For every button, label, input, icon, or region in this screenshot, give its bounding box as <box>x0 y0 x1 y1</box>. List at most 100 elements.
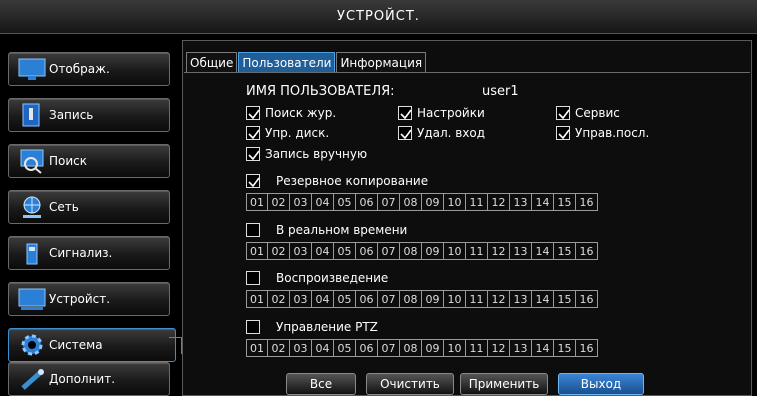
sidebar-item-display[interactable]: Отображ. <box>8 52 170 86</box>
channel-toggle[interactable]: 14 <box>532 242 554 260</box>
tab-bar: Общие Пользователи Информация <box>186 52 427 72</box>
ptz-label: Управление PTZ <box>276 320 378 334</box>
channel-toggle[interactable]: 03 <box>290 242 312 260</box>
sidebar-item-device[interactable]: Устройст. <box>8 282 170 316</box>
channel-toggle[interactable]: 10 <box>444 242 466 260</box>
channel-toggle[interactable]: 09 <box>422 193 444 211</box>
playback-label: Воспроизведение <box>276 271 389 285</box>
channel-toggle[interactable]: 01 <box>246 290 268 308</box>
channel-toggle[interactable]: 06 <box>356 339 378 357</box>
channel-toggle[interactable]: 01 <box>246 193 268 211</box>
gear-icon <box>17 332 47 358</box>
channel-toggle[interactable]: 12 <box>488 290 510 308</box>
live-view-checkbox[interactable] <box>246 223 260 237</box>
channel-toggle[interactable]: 12 <box>488 193 510 211</box>
channel-toggle[interactable]: 04 <box>312 290 334 308</box>
channel-toggle[interactable]: 10 <box>444 193 466 211</box>
manual-record-checkbox[interactable] <box>246 147 260 161</box>
sidebar-item-search[interactable]: Поиск <box>8 144 170 178</box>
channel-toggle[interactable]: 01 <box>246 339 268 357</box>
disk-mgmt-checkbox[interactable] <box>246 126 260 140</box>
settings-label: Настройки <box>417 106 485 120</box>
channel-toggle[interactable]: 15 <box>554 242 576 260</box>
settings-checkbox[interactable] <box>398 106 412 120</box>
channel-toggle[interactable]: 12 <box>488 339 510 357</box>
channel-toggle[interactable]: 06 <box>356 193 378 211</box>
channel-toggle[interactable]: 09 <box>422 339 444 357</box>
channel-toggle[interactable]: 02 <box>268 290 290 308</box>
channel-toggle[interactable]: 11 <box>466 242 488 260</box>
search-icon <box>17 148 47 174</box>
sidebar-item-label: Устройст. <box>49 292 111 306</box>
service-checkbox[interactable] <box>556 106 570 120</box>
sidebar-item-label: Поиск <box>49 154 88 168</box>
channel-toggle[interactable]: 05 <box>334 242 356 260</box>
channel-toggle[interactable]: 07 <box>378 290 400 308</box>
apply-button[interactable]: Применить <box>460 373 548 395</box>
channel-toggle[interactable]: 14 <box>532 339 554 357</box>
channel-toggle[interactable]: 08 <box>400 339 422 357</box>
channel-toggle[interactable]: 12 <box>488 242 510 260</box>
backup-checkbox[interactable] <box>246 174 260 188</box>
channel-toggle[interactable]: 06 <box>356 290 378 308</box>
channel-toggle[interactable]: 10 <box>444 290 466 308</box>
channel-toggle[interactable]: 15 <box>554 339 576 357</box>
channel-toggle[interactable]: 08 <box>400 193 422 211</box>
channel-toggle[interactable]: 05 <box>334 339 356 357</box>
playback-checkbox[interactable] <box>246 271 260 285</box>
channel-toggle[interactable]: 03 <box>290 290 312 308</box>
channel-toggle[interactable]: 04 <box>312 339 334 357</box>
channel-toggle[interactable]: 02 <box>268 339 290 357</box>
channel-toggle[interactable]: 13 <box>510 242 532 260</box>
sidebar-item-record[interactable]: Запись <box>8 98 170 132</box>
channel-toggle[interactable]: 14 <box>532 193 554 211</box>
clear-button[interactable]: Очистить <box>366 373 454 395</box>
channel-toggle[interactable]: 07 <box>378 339 400 357</box>
tab-general[interactable]: Общие <box>186 52 238 72</box>
channel-toggle[interactable]: 07 <box>378 193 400 211</box>
channel-toggle[interactable]: 16 <box>576 193 598 211</box>
channel-toggle[interactable]: 11 <box>466 339 488 357</box>
channel-toggle[interactable]: 13 <box>510 193 532 211</box>
channel-toggle[interactable]: 10 <box>444 339 466 357</box>
select-all-button[interactable]: Все <box>286 373 356 395</box>
exit-button[interactable]: Выход <box>558 373 644 395</box>
channel-toggle[interactable]: 03 <box>290 339 312 357</box>
tab-divider <box>184 72 750 73</box>
log-search-checkbox[interactable] <box>246 106 260 120</box>
channel-toggle[interactable]: 14 <box>532 290 554 308</box>
sidebar-item-system[interactable]: Система <box>8 328 176 362</box>
channel-toggle[interactable]: 09 <box>422 242 444 260</box>
channel-toggle[interactable]: 04 <box>312 242 334 260</box>
sidebar-item-network[interactable]: Сеть <box>8 190 170 224</box>
sidebar-item-alarm[interactable]: Сигнализ. <box>8 236 170 270</box>
tab-users[interactable]: Пользователи <box>238 52 336 72</box>
channel-toggle[interactable]: 13 <box>510 290 532 308</box>
channel-toggle[interactable]: 08 <box>400 290 422 308</box>
ptz-checkbox[interactable] <box>246 320 260 334</box>
channel-toggle[interactable]: 04 <box>312 193 334 211</box>
channel-toggle[interactable]: 05 <box>334 290 356 308</box>
channel-toggle[interactable]: 05 <box>334 193 356 211</box>
channel-toggle[interactable]: 13 <box>510 339 532 357</box>
channel-toggle[interactable]: 02 <box>268 193 290 211</box>
username-label: ИМЯ ПОЛЬЗОВАТЕЛЯ: <box>246 84 395 99</box>
channel-toggle[interactable]: 03 <box>290 193 312 211</box>
channel-toggle[interactable]: 08 <box>400 242 422 260</box>
remote-login-checkbox[interactable] <box>398 126 412 140</box>
channel-toggle[interactable]: 01 <box>246 242 268 260</box>
sidebar-item-advanced[interactable]: Дополнит. <box>8 362 170 396</box>
channel-toggle[interactable]: 15 <box>554 193 576 211</box>
channel-toggle[interactable]: 11 <box>466 290 488 308</box>
channel-toggle[interactable]: 15 <box>554 290 576 308</box>
channel-toggle[interactable]: 07 <box>378 242 400 260</box>
tab-info[interactable]: Информация <box>336 52 427 72</box>
channel-toggle[interactable]: 11 <box>466 193 488 211</box>
channel-toggle[interactable]: 16 <box>576 242 598 260</box>
channel-toggle[interactable]: 16 <box>576 290 598 308</box>
channel-toggle[interactable]: 16 <box>576 339 598 357</box>
channel-toggle[interactable]: 06 <box>356 242 378 260</box>
channel-toggle[interactable]: 02 <box>268 242 290 260</box>
channel-toggle[interactable]: 09 <box>422 290 444 308</box>
seq-control-checkbox[interactable] <box>556 126 570 140</box>
